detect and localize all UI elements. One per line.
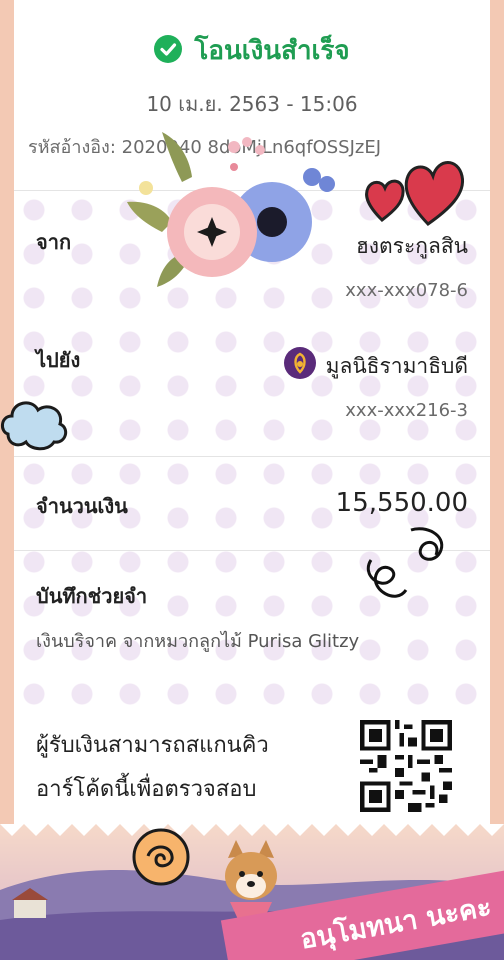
divider <box>14 456 490 457</box>
memo-label: บันทึกช่วยจำ <box>36 584 148 608</box>
status-title: โอนเงินสำเร็จ <box>194 36 350 66</box>
from-account: xxx-xxx078-6 <box>345 280 468 301</box>
from-label: จาก <box>36 230 72 254</box>
from-name: ฮงตระกูลสิน <box>355 234 468 258</box>
right-border <box>490 0 504 960</box>
hearts-sticker <box>365 161 465 226</box>
flower-bouquet-sticker <box>127 132 335 287</box>
memo-text: เงินบริจาค จากหมวกลูกไม้ Purisa Glitzy <box>36 631 360 652</box>
verification-qr-code[interactable] <box>360 720 452 812</box>
amount-label: จำนวนเงิน <box>36 494 128 518</box>
cloud-sticker <box>1 401 68 451</box>
swirl-doodle <box>367 527 444 598</box>
torn-edge <box>0 824 504 836</box>
foundation-logo-icon <box>283 347 316 379</box>
to-label: ไปยัง <box>36 348 81 372</box>
to-name: มูลนิธิรามาธิบดี <box>325 354 468 378</box>
qr-instruction: ผู้รับเงินสามารถสแกนคิว อาร์โค้ดนี้เพื่อ… <box>36 724 336 812</box>
footer-banner: อนุโมทนา นะคะ <box>0 824 504 960</box>
check-circle-icon <box>154 35 183 63</box>
to-account: xxx-xxx216-3 <box>345 400 468 421</box>
qr-instruction-line: อาร์โค้ดนี้เพื่อตรวจสอบ <box>36 777 257 802</box>
amount-value: 15,550.00 <box>335 488 468 518</box>
left-border <box>0 0 14 960</box>
to-recipient: มูลนิธิรามาธิบดี <box>283 347 468 383</box>
rose-sticker <box>132 828 190 886</box>
qr-instruction-line: ผู้รับเงินสามารถสแกนคิว <box>36 733 269 758</box>
status-header: โอนเงินสำเร็จ <box>14 30 490 71</box>
transfer-datetime: 10 เม.ย. 2563 - 15:06 <box>146 92 358 116</box>
